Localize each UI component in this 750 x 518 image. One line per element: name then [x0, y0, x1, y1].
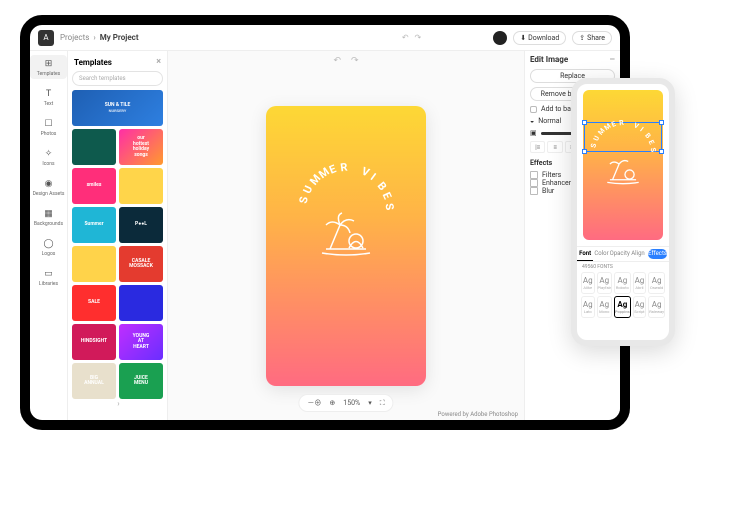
- redo-icon[interactable]: ↷: [351, 56, 359, 66]
- effect-icon: [530, 179, 538, 187]
- inspector-title: Edit Image: [530, 55, 568, 65]
- phone-arc-text[interactable]: SUMMER VIBES: [586, 116, 660, 153]
- breadcrumb-root[interactable]: Projects: [60, 33, 89, 42]
- zoom-value[interactable]: 150%: [343, 399, 360, 407]
- nav-rail: ⊞Templates TText ☐Photos ✧Icons ◉Design Asse…: [30, 51, 68, 420]
- font-cell[interactable]: AgRaleway: [648, 296, 665, 318]
- redo-icon[interactable]: ↷: [415, 33, 422, 42]
- breadcrumb[interactable]: Projects › My Project: [60, 33, 139, 42]
- tab-effects[interactable]: Effects: [648, 249, 667, 259]
- template-grid: SUN & TILENURSERYourhottestholidaysongss…: [72, 90, 163, 399]
- tab-color[interactable]: Color: [593, 247, 609, 261]
- download-button[interactable]: ⬇Download: [513, 31, 566, 45]
- effect-icon: [530, 171, 538, 179]
- font-grid: AgAlikeAgPlayfairAgRobotoAgAbrilAgOswald…: [577, 272, 669, 318]
- zoom-fit-icon[interactable]: ⊕: [329, 399, 335, 407]
- rail-icon: ◉: [42, 177, 56, 191]
- palm-illustration-icon: [603, 151, 643, 185]
- rail-icon: ✧: [42, 147, 56, 161]
- font-cell[interactable]: AgAbril: [633, 272, 647, 294]
- arc-text[interactable]: SUMMER VIBES: [291, 156, 401, 211]
- blend-icon: ◒: [530, 117, 534, 125]
- template-thumb[interactable]: [119, 168, 163, 204]
- powered-by: Powered by Adobe Photoshop: [438, 411, 518, 418]
- artboard[interactable]: SUMMER VIBES: [266, 106, 426, 386]
- template-thumb[interactable]: smiles: [72, 168, 116, 204]
- font-count: 49560 FONTS: [577, 262, 669, 272]
- rail-icon: T: [42, 87, 56, 101]
- template-thumb[interactable]: [72, 129, 116, 165]
- tab-opacity[interactable]: Opacity: [610, 247, 630, 261]
- tab-align[interactable]: Align: [630, 247, 646, 261]
- app-logo-icon: A: [38, 30, 54, 46]
- rail-backgrounds[interactable]: ▦Backgrounds: [30, 205, 67, 229]
- template-thumb[interactable]: Summer: [72, 207, 116, 243]
- rail-libraries[interactable]: ▭Libraries: [30, 265, 67, 289]
- rail-text[interactable]: TText: [30, 85, 67, 109]
- zoom-out-icon[interactable]: －⊕: [307, 398, 321, 408]
- canvas-area: ↶ ↷ SUMMER VIBES: [168, 51, 524, 420]
- rail-icon: ▭: [42, 267, 56, 281]
- undo-icon[interactable]: ↶: [333, 56, 341, 66]
- font-cell[interactable]: AgMono: [597, 296, 612, 318]
- template-thumb[interactable]: SUN & TILENURSERY: [72, 90, 163, 126]
- chevron-right-icon: ›: [93, 33, 95, 42]
- zoom-bar: －⊕ ⊕ 150% ▾ ⛶: [298, 394, 393, 412]
- template-thumb[interactable]: SALE: [72, 285, 116, 321]
- share-button[interactable]: ⇪Share: [572, 31, 612, 45]
- download-icon: ⬇: [520, 34, 526, 42]
- align-center-icon[interactable]: ≡: [547, 141, 562, 153]
- chevron-right-icon[interactable]: ›: [117, 399, 119, 408]
- rail-icons[interactable]: ✧Icons: [30, 145, 67, 169]
- template-thumb[interactable]: BIGANNUAL: [72, 363, 116, 399]
- template-thumb[interactable]: HINDSIGHT: [72, 324, 116, 360]
- template-thumb[interactable]: CASALEMOSSACK: [119, 246, 163, 282]
- rail-design-assets[interactable]: ◉Design Assets: [30, 175, 67, 199]
- rail-icon: ◯: [42, 237, 56, 251]
- palm-illustration-icon: [316, 205, 376, 257]
- undo-icon[interactable]: ↶: [402, 33, 409, 42]
- rail-icon: ☐: [42, 117, 56, 131]
- template-thumb[interactable]: [119, 285, 163, 321]
- tablet-frame: A Projects › My Project ↶ ↷ ⬇Download ⇪S…: [20, 15, 630, 430]
- font-cell[interactable]: AgScript: [633, 296, 647, 318]
- template-thumb[interactable]: P●●L: [119, 207, 163, 243]
- search-input[interactable]: Search templates: [72, 71, 163, 86]
- effect-icon: [530, 187, 538, 195]
- template-thumb[interactable]: [72, 246, 116, 282]
- close-icon[interactable]: –: [609, 55, 615, 65]
- font-cell[interactable]: AgAlike: [581, 272, 595, 294]
- font-cell[interactable]: AgLato: [581, 296, 595, 318]
- breadcrumb-current[interactable]: My Project: [100, 33, 139, 42]
- rail-photos[interactable]: ☐Photos: [30, 115, 67, 139]
- rail-icon: ⊞: [42, 57, 56, 71]
- phone-tabs: FontColorOpacityAlignEffects: [577, 246, 669, 262]
- templates-panel: Templates × Search templates SUN & TILEN…: [68, 51, 168, 420]
- font-cell[interactable]: AgPoppins: [614, 296, 631, 318]
- close-icon[interactable]: ×: [156, 57, 161, 67]
- font-cell[interactable]: AgRoboto: [614, 272, 631, 294]
- rail-icon: ▦: [42, 207, 56, 221]
- fullscreen-icon[interactable]: ⛶: [380, 399, 385, 408]
- font-cell[interactable]: AgPlayfair: [597, 272, 612, 294]
- templates-title: Templates: [74, 58, 112, 67]
- chevron-down-icon[interactable]: ▾: [368, 399, 372, 407]
- top-bar: A Projects › My Project ↶ ↷ ⬇Download ⇪S…: [30, 25, 620, 51]
- tab-font[interactable]: Font: [577, 247, 593, 261]
- opacity-icon: ▣: [530, 129, 537, 137]
- checkbox-icon: [530, 106, 537, 113]
- font-cell[interactable]: AgOswald: [648, 272, 665, 294]
- rail-templates[interactable]: ⊞Templates: [30, 55, 67, 79]
- share-icon: ⇪: [579, 34, 585, 42]
- template-thumb[interactable]: YOUNGATHEART: [119, 324, 163, 360]
- template-thumb[interactable]: ourhottestholidaysongs: [119, 129, 163, 165]
- phone-frame: SUMMER VIBES FontColorOpacityAlignEffect…: [571, 78, 675, 346]
- phone-artboard[interactable]: SUMMER VIBES: [583, 90, 663, 240]
- template-thumb[interactable]: JUICEMENU: [119, 363, 163, 399]
- align-left-icon[interactable]: |≡: [530, 141, 545, 153]
- avatar[interactable]: [493, 31, 507, 45]
- rail-logos[interactable]: ◯Logos: [30, 235, 67, 259]
